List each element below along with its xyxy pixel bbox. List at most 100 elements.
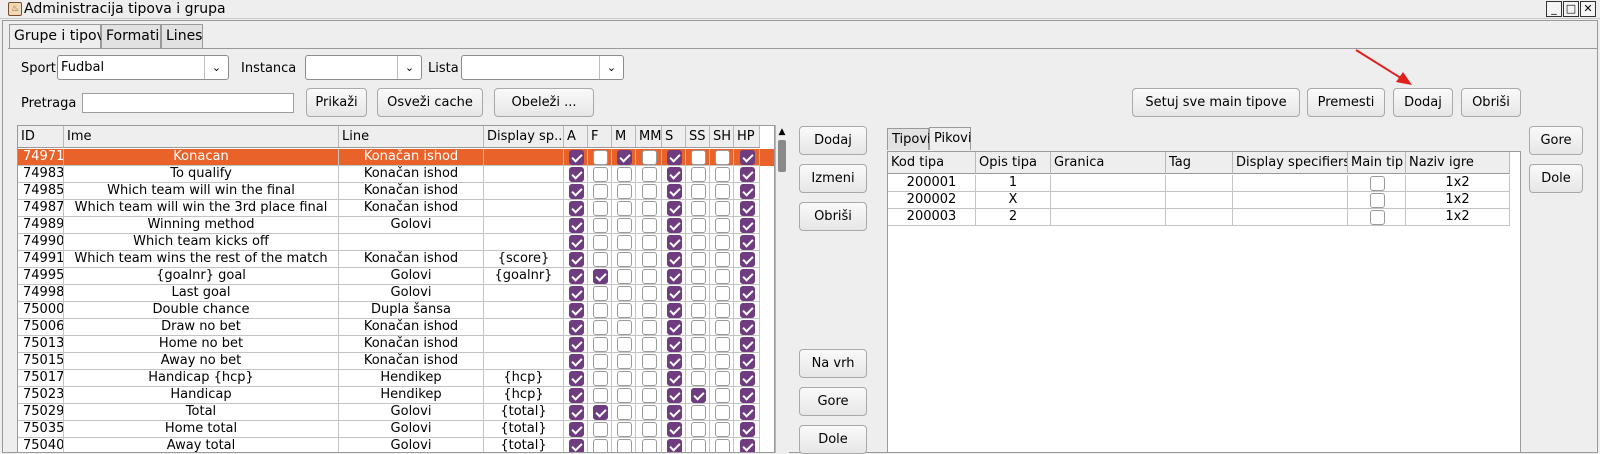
checkbox-a[interactable]: [569, 269, 584, 284]
checkbox-sh[interactable]: [715, 201, 730, 216]
checkbox-hp[interactable]: [740, 439, 755, 452]
column-header[interactable]: Display specifiers: [1233, 152, 1348, 174]
checkbox-s[interactable]: [667, 439, 682, 452]
checkbox-ss[interactable]: [691, 405, 706, 420]
checkbox-s[interactable]: [667, 422, 682, 437]
close-icon[interactable]: ✕: [1580, 1, 1596, 17]
checkbox-m[interactable]: [617, 150, 632, 165]
checkbox-m[interactable]: [617, 167, 632, 182]
checkbox-mm[interactable]: [642, 439, 657, 452]
checkbox-m[interactable]: [617, 354, 632, 369]
checkbox-s[interactable]: [667, 218, 682, 233]
checkbox-hp[interactable]: [740, 150, 755, 165]
checkbox-mm[interactable]: [642, 150, 657, 165]
column-header[interactable]: Opis tipa: [976, 152, 1051, 174]
checkbox-ss[interactable]: [691, 269, 706, 284]
column-header[interactable]: Display sp...: [484, 126, 564, 148]
checkbox-a[interactable]: [569, 354, 584, 369]
checkbox-ss[interactable]: [691, 184, 706, 199]
checkbox-sh[interactable]: [715, 422, 730, 437]
checkbox-f[interactable]: [593, 167, 608, 182]
checkbox-main-tip[interactable]: [1370, 176, 1385, 191]
checkbox-m[interactable]: [617, 286, 632, 301]
checkbox-sh[interactable]: [715, 320, 730, 335]
checkbox-a[interactable]: [569, 371, 584, 386]
gore-button[interactable]: Gore: [799, 387, 867, 416]
column-header[interactable]: ID: [18, 126, 64, 148]
checkbox-a[interactable]: [569, 167, 584, 182]
checkbox-hp[interactable]: [740, 167, 755, 182]
izmeni-button[interactable]: Izmeni: [799, 164, 867, 193]
tab-formati[interactable]: Formati: [101, 24, 161, 48]
table-row[interactable]: 75006 Draw no bet Konačan ishod: [18, 319, 774, 336]
checkbox-mm[interactable]: [642, 337, 657, 352]
checkbox-f[interactable]: [593, 320, 608, 335]
checkbox-sh[interactable]: [715, 337, 730, 352]
checkbox-f[interactable]: [593, 405, 608, 420]
checkbox-mm[interactable]: [642, 405, 657, 420]
checkbox-a[interactable]: [569, 337, 584, 352]
checkbox-hp[interactable]: [740, 388, 755, 403]
table-row[interactable]: 200001 1 1x2: [888, 175, 1520, 192]
checkbox-mm[interactable]: [642, 167, 657, 182]
table-row[interactable]: 74985 Which team will win the final Konača…: [18, 183, 774, 200]
instanca-combo[interactable]: ⌄: [305, 55, 422, 80]
obrisi-tip-button[interactable]: Obriši: [799, 202, 867, 231]
checkbox-a[interactable]: [569, 405, 584, 420]
column-header[interactable]: Line: [339, 126, 484, 148]
table-row[interactable]: 200002 X 1x2: [888, 192, 1520, 209]
checkbox-mm[interactable]: [642, 218, 657, 233]
checkbox-a[interactable]: [569, 439, 584, 452]
checkbox-f[interactable]: [593, 371, 608, 386]
checkbox-a[interactable]: [569, 320, 584, 335]
checkbox-sh[interactable]: [715, 184, 730, 199]
checkbox-sh[interactable]: [715, 252, 730, 267]
checkbox-mm[interactable]: [642, 320, 657, 335]
checkbox-ss[interactable]: [691, 167, 706, 182]
checkbox-s[interactable]: [667, 201, 682, 216]
checkbox-m[interactable]: [617, 337, 632, 352]
checkbox-ss[interactable]: [691, 218, 706, 233]
table-row[interactable]: 74987 Which team will win the 3rd place f…: [18, 200, 774, 217]
checkbox-sh[interactable]: [715, 303, 730, 318]
column-header[interactable]: Ime: [64, 126, 339, 148]
checkbox-a[interactable]: [569, 201, 584, 216]
table-row[interactable]: 75013 Home no bet Konačan ishod: [18, 336, 774, 353]
checkbox-a[interactable]: [569, 422, 584, 437]
checkbox-sh[interactable]: [715, 388, 730, 403]
checkbox-sh[interactable]: [715, 286, 730, 301]
checkbox-sh[interactable]: [715, 235, 730, 250]
checkbox-m[interactable]: [617, 439, 632, 452]
checkbox-a[interactable]: [569, 252, 584, 267]
checkbox-m[interactable]: [617, 371, 632, 386]
checkbox-f[interactable]: [593, 422, 608, 437]
checkbox-f[interactable]: [593, 184, 608, 199]
column-header[interactable]: Kod tipa: [888, 152, 976, 174]
checkbox-a[interactable]: [569, 388, 584, 403]
checkbox-ss[interactable]: [691, 337, 706, 352]
column-header[interactable]: Main tip: [1348, 152, 1406, 174]
checkbox-s[interactable]: [667, 337, 682, 352]
checkbox-ss[interactable]: [691, 201, 706, 216]
table-row[interactable]: 74991 Which team wins the rest of the mat…: [18, 251, 774, 268]
column-header[interactable]: Tag: [1166, 152, 1233, 174]
checkbox-m[interactable]: [617, 184, 632, 199]
checkbox-mm[interactable]: [642, 184, 657, 199]
column-header[interactable]: F: [588, 126, 612, 148]
checkbox-f[interactable]: [593, 269, 608, 284]
column-header[interactable]: S: [662, 126, 686, 148]
checkbox-ss[interactable]: [691, 252, 706, 267]
column-header[interactable]: A: [564, 126, 588, 148]
types-table-scrollbar[interactable]: ▲: [775, 125, 789, 453]
checkbox-s[interactable]: [667, 303, 682, 318]
chevron-down-icon[interactable]: ⌄: [204, 56, 228, 79]
dole-button[interactable]: Dole: [799, 425, 867, 454]
checkbox-sh[interactable]: [715, 371, 730, 386]
table-row[interactable]: 75015 Away no bet Konačan ishod: [18, 353, 774, 370]
checkbox-a[interactable]: [569, 184, 584, 199]
checkbox-mm[interactable]: [642, 235, 657, 250]
checkbox-main-tip[interactable]: [1370, 193, 1385, 208]
checkbox-s[interactable]: [667, 405, 682, 420]
checkbox-f[interactable]: [593, 201, 608, 216]
checkbox-ss[interactable]: [691, 303, 706, 318]
